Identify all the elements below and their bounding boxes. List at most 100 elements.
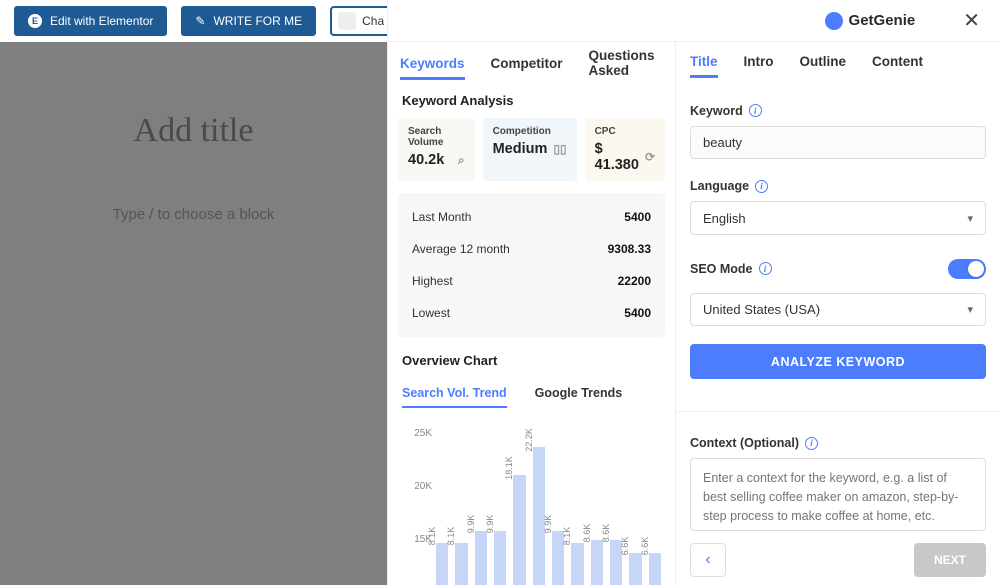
bar-label: 8.1K [427,527,437,546]
seo-mode-label: SEO Mode [690,262,753,276]
elementor-icon: E [28,14,42,28]
write-for-me-label: WRITE FOR ME [213,14,302,28]
chart-y-axis: 25K 20K 15K 10K [402,428,432,585]
tab-questions[interactable]: Questions Asked [589,42,663,87]
close-icon: ✕ [963,10,980,32]
chart-bar: 9.9K [494,428,506,585]
tab-outline[interactable]: Outline [800,48,847,78]
language-value: English [703,211,746,226]
stat-average-label: Average 12 month [412,242,510,256]
divider [676,411,1000,412]
stat-highest: Highest 22200 [412,265,651,297]
bottom-nav: ‹ NEXT [690,543,986,585]
chart-bar: 9.9K [552,428,564,585]
pencil-icon: ✎ [195,14,205,28]
analysis-tabs: Keywords Competitor Questions Asked [388,42,675,87]
chart-tab-search-trend[interactable]: Search Vol. Trend [402,386,507,408]
context-label: Context (Optional) i [690,436,986,450]
bar-label: 9.9K [543,514,553,533]
chat-icon [338,12,356,30]
panel-header: GetGenie ✕ [388,0,1000,42]
chart-section: Overview Chart Search Vol. Trend Google … [388,353,675,585]
info-icon[interactable]: i [759,262,772,275]
refresh-icon[interactable]: ⟳ [645,150,655,164]
next-button[interactable]: NEXT [914,543,986,577]
chart-box: 25K 20K 15K 10K 8.1K8.1K9.9K9.9K18.1K22.… [402,428,661,585]
stat-last-month-label: Last Month [412,210,471,224]
chart-bar: 6.6K [649,428,661,585]
metric-comp-value: Medium [493,141,548,157]
seo-mode-toggle[interactable] [948,259,986,279]
metric-sv-value: 40.2k [408,152,444,168]
chevron-left-icon: ‹ [705,551,710,568]
metric-comp-label: Competition [493,126,567,137]
search-icon: ⌕ [458,153,465,168]
stat-lowest: Lowest 5400 [412,297,651,329]
chart-bar: 8.1K [571,428,583,585]
context-textarea[interactable] [690,458,986,531]
metric-cpc-label: CPC [595,126,655,137]
block-placeholder[interactable]: Type / to choose a block [113,206,275,223]
getgenie-panel: GetGenie ✕ Keywords Competitor Questions… [387,0,1000,585]
language-select[interactable]: English ▾ [690,201,986,234]
info-icon[interactable]: i [805,437,818,450]
chevron-down-icon: ▾ [967,303,973,316]
chart-bar: 8.6K [610,428,622,585]
ytick: 25K [402,428,432,439]
form-column: Title Intro Outline Content Keyword i La… [676,42,1000,585]
stat-average: Average 12 month 9308.33 [412,233,651,265]
edit-elementor-label: Edit with Elementor [50,14,153,28]
stat-lowest-value: 5400 [624,306,651,320]
seo-mode-row: SEO Mode i [690,259,986,279]
analysis-column: Keywords Competitor Questions Asked Keyw… [388,42,676,585]
analyze-keyword-button[interactable]: ANALYZE KEYWORD [690,344,986,379]
stat-highest-value: 22200 [618,274,651,288]
content-tabs: Title Intro Outline Content [690,42,986,84]
chart-bar: 6.6K [629,428,641,585]
info-icon[interactable]: i [755,180,768,193]
bar-label: 18.1K [504,456,514,480]
bar-label: 8.6K [582,523,592,542]
overview-chart-title: Overview Chart [402,353,661,368]
tab-intro[interactable]: Intro [744,48,774,78]
chevron-down-icon: ▾ [967,212,973,225]
brand-icon [825,12,843,30]
back-button[interactable]: ‹ [690,543,726,577]
brand: GetGenie [825,12,916,30]
bar-label: 8.1K [446,527,456,546]
editor-overlay: Add title Type / to choose a block [0,42,387,585]
metric-row: Search Volume 40.2k ⌕ Competition Medium… [388,118,675,193]
chart-bar: 9.9K [475,428,487,585]
chart-plot: 8.1K8.1K9.9K9.9K18.1K22.2K9.9K8.1K8.6K8.… [436,428,661,585]
chart-bar: 8.6K [591,428,603,585]
bar-label: 9.9K [485,514,495,533]
tab-keywords[interactable]: Keywords [400,50,465,80]
chart-tab-google-trends[interactable]: Google Trends [535,386,623,408]
bar-label: 8.1K [562,527,572,546]
metric-competition: Competition Medium ▯▯ [483,118,577,181]
post-title-input[interactable]: Add title [134,112,254,150]
keyword-input[interactable] [690,126,986,159]
chart-tabs: Search Vol. Trend Google Trends [402,386,661,408]
stat-average-value: 9308.33 [608,242,651,256]
stat-last-month: Last Month 5400 [412,201,651,233]
bar-label: 6.6K [640,537,650,556]
country-select[interactable]: United States (USA) ▾ [690,293,986,326]
close-button[interactable]: ✕ [955,4,988,37]
bar-label: 8.6K [601,523,611,542]
tab-title[interactable]: Title [690,48,718,78]
metric-cpc: CPC $ 41.380 ⟳ [585,118,665,181]
keyword-analysis-heading: Keyword Analysis [388,87,675,118]
write-for-me-button[interactable]: ✎ WRITE FOR ME [181,6,316,36]
language-label: Language i [690,179,986,193]
stat-highest-label: Highest [412,274,453,288]
bar-label: 9.9K [466,514,476,533]
chart-bar: 8.1K [455,428,467,585]
edit-elementor-button[interactable]: E Edit with Elementor [14,6,167,36]
info-icon[interactable]: i [749,104,762,117]
stat-lowest-label: Lowest [412,306,450,320]
chat-label: Cha [362,14,384,28]
keyword-label: Keyword i [690,104,986,118]
tab-content[interactable]: Content [872,48,923,78]
tab-competitor[interactable]: Competitor [491,50,563,80]
